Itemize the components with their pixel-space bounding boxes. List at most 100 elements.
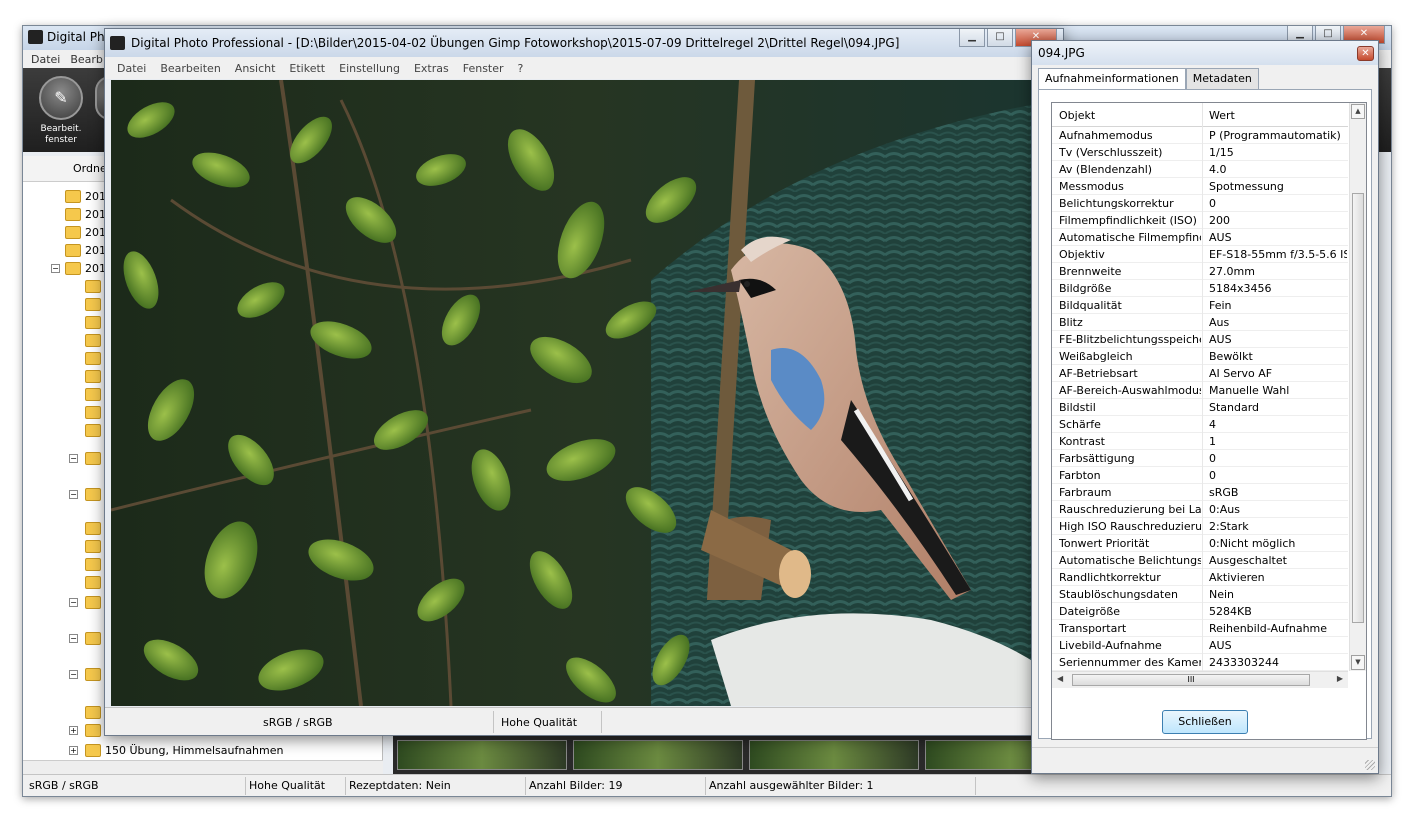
info-row[interactable]: Belichtungskorrektur 0 [1052, 195, 1348, 212]
info-value: 2433303244 [1209, 656, 1279, 669]
photo-canvas[interactable] [111, 80, 1059, 706]
info-row[interactable]: Objektiv EF-S18-55mm f/3.5-5.6 IS I [1052, 246, 1348, 263]
info-key: Randlichtkorrektur [1059, 571, 1161, 584]
info-key: Filmempfindlichkeit (ISO) [1059, 214, 1197, 227]
info-key: Aufnahmemodus [1059, 129, 1153, 142]
info-row[interactable]: Farbsättigung 0 [1052, 450, 1348, 467]
info-row[interactable]: Staublöschungsdaten Nein [1052, 586, 1348, 603]
menu-bearbeiten[interactable]: Bearbeiten [160, 62, 220, 75]
info-key: FE-Blitzbelichtungsspeicher... [1059, 333, 1201, 346]
menu-einstellung[interactable]: Einstellung [339, 62, 400, 75]
info-key: Belichtungskorrektur [1059, 197, 1174, 210]
info-row[interactable]: Rauschreduzierung bei Lan... 0:Aus [1052, 501, 1348, 518]
scroll-up-icon[interactable]: ▲ [1351, 104, 1365, 119]
info-row[interactable]: Livebild-Aufnahme AUS [1052, 637, 1348, 654]
info-key: Blitz [1059, 316, 1083, 329]
info-row[interactable]: Schärfe 4 [1052, 416, 1348, 433]
info-row[interactable]: Aufnahmemodus P (Programmautomatik) [1052, 127, 1348, 144]
info-value: AUS [1209, 231, 1232, 244]
info-row[interactable]: Farbraum sRGB [1052, 484, 1348, 501]
info-value: Standard [1209, 401, 1260, 414]
collapse-icon[interactable]: − [69, 670, 78, 679]
collapse-icon[interactable]: − [69, 490, 78, 499]
horizontal-scrollbar[interactable]: ◀ III ▶ [1052, 671, 1348, 688]
info-value: 0 [1209, 197, 1216, 210]
info-row[interactable]: FE-Blitzbelichtungsspeicher... AUS [1052, 331, 1348, 348]
thumbnail[interactable] [749, 740, 919, 770]
menu-datei[interactable]: Datei [117, 62, 146, 75]
info-key: Schärfe [1059, 418, 1101, 431]
tab-aufnahmeinformationen[interactable]: Aufnahmeinformationen [1038, 68, 1186, 90]
menu-extras[interactable]: Extras [414, 62, 449, 75]
info-row[interactable]: Blitz Aus [1052, 314, 1348, 331]
info-row[interactable]: Seriennummer des Kamera... 2433303244 [1052, 654, 1348, 671]
info-row[interactable]: Automatische Filmempfindli... AUS [1052, 229, 1348, 246]
maximize-icon[interactable]: □ [987, 29, 1013, 47]
info-value: AUS [1209, 333, 1232, 346]
edit-window-label: Bearbeit. fenster [40, 124, 82, 145]
info-value: EF-S18-55mm f/3.5-5.6 IS I [1209, 248, 1347, 261]
info-row[interactable]: Farbton 0 [1052, 467, 1348, 484]
menu-etikett[interactable]: Etikett [289, 62, 325, 75]
viewer-window-title: Digital Photo Professional - [D:\Bilder\… [131, 36, 900, 50]
folder-icon [65, 190, 81, 203]
scroll-left-icon[interactable]: ◀ [1057, 674, 1063, 683]
minimize-icon[interactable]: ▁ [959, 29, 985, 47]
collapse-icon[interactable]: − [51, 264, 60, 273]
info-row[interactable]: Messmodus Spotmessung [1052, 178, 1348, 195]
scroll-thumb[interactable]: III [1072, 674, 1310, 686]
info-row[interactable]: Bildqualität Fein [1052, 297, 1348, 314]
scroll-down-icon[interactable]: ▼ [1351, 655, 1365, 670]
scroll-right-icon[interactable]: ▶ [1337, 674, 1343, 683]
vertical-scrollbar[interactable]: ▲ ▼ [1349, 103, 1366, 671]
scroll-thumb[interactable] [1352, 193, 1364, 623]
info-row[interactable]: Bildstil Standard [1052, 399, 1348, 416]
folder-icon [85, 576, 101, 589]
resize-grip-icon[interactable] [1365, 760, 1375, 770]
collapse-icon[interactable]: − [69, 598, 78, 607]
tab-metadaten[interactable]: Metadaten [1185, 68, 1259, 89]
menu-fenster[interactable]: Fenster [463, 62, 504, 75]
folder-icon [85, 388, 101, 401]
collapse-icon[interactable]: − [69, 634, 78, 643]
menu-help[interactable]: ? [518, 62, 524, 75]
menu-bearbeiten[interactable]: Bearb [70, 53, 103, 66]
collapse-icon[interactable]: − [69, 454, 78, 463]
folder-icon [85, 406, 101, 419]
expand-icon[interactable]: + [69, 726, 78, 735]
info-row[interactable]: Tv (Verschlusszeit) 1/15 [1052, 144, 1348, 161]
info-value: Fein [1209, 299, 1232, 312]
info-row[interactable]: Dateigröße 5284KB [1052, 603, 1348, 620]
tab-panel: Objekt Wert Aufnahmemodus P (Programmauto… [1038, 89, 1372, 740]
info-row[interactable]: High ISO Rauschreduzierung 2:Stark [1052, 518, 1348, 535]
info-row[interactable]: Bildgröße 5184x3456 [1052, 280, 1348, 297]
close-icon[interactable]: ✕ [1357, 46, 1374, 61]
edit-window-icon[interactable]: ✎ [39, 76, 83, 120]
info-key: Av (Blendenzahl) [1059, 163, 1153, 176]
info-row[interactable]: Automatische Belichtungso... Ausgeschalte… [1052, 552, 1348, 569]
column-header-objekt[interactable]: Objekt [1059, 109, 1095, 122]
info-row[interactable]: AF-Betriebsart AI Servo AF [1052, 365, 1348, 382]
info-row[interactable]: Randlichtkorrektur Aktivieren [1052, 569, 1348, 586]
info-row[interactable]: Tonwert Priorität 0:Nicht möglich [1052, 535, 1348, 552]
info-row[interactable]: Kontrast 1 [1052, 433, 1348, 450]
info-row[interactable]: Brennweite 27.0mm [1052, 263, 1348, 280]
expand-icon[interactable]: + [69, 746, 78, 755]
schliessen-button[interactable]: Schließen [1162, 710, 1248, 734]
info-value: 0 [1209, 452, 1216, 465]
shooting-info-list[interactable]: Objekt Wert Aufnahmemodus P (Programmauto… [1051, 102, 1367, 740]
info-value: 27.0mm [1209, 265, 1255, 278]
menu-ansicht[interactable]: Ansicht [235, 62, 276, 75]
thumbnail[interactable] [397, 740, 567, 770]
folder-icon [65, 262, 81, 275]
thumbnail[interactable] [573, 740, 743, 770]
info-row[interactable]: Transportart Reihenbild-Aufnahme [1052, 620, 1348, 637]
info-row[interactable]: Av (Blendenzahl) 4.0 [1052, 161, 1348, 178]
info-row[interactable]: Weißabgleich Bewölkt [1052, 348, 1348, 365]
menu-datei[interactable]: Datei [31, 53, 60, 66]
column-header-wert[interactable]: Wert [1209, 109, 1235, 122]
info-row[interactable]: Filmempfindlichkeit (ISO) 200 [1052, 212, 1348, 229]
info-row[interactable]: AF-Bereich-Auswahlmodus Manuelle Wahl [1052, 382, 1348, 399]
info-value: 4.0 [1209, 163, 1227, 176]
tree-item[interactable]: + 150 Übung, Himmelsaufnahmen [23, 742, 383, 760]
